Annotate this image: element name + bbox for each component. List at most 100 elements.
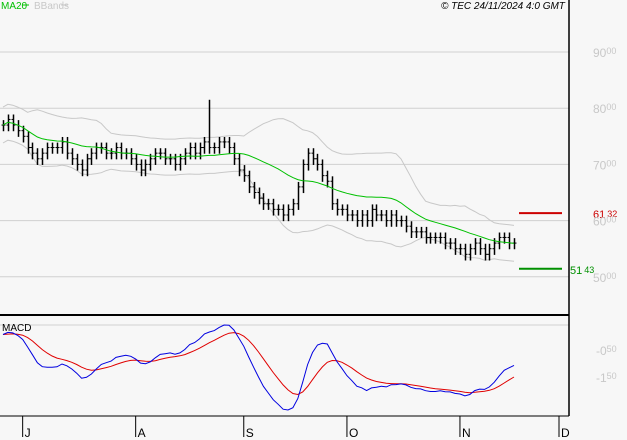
time-axis: JASOND <box>22 416 570 440</box>
macd-tick-label: -150 <box>596 371 617 385</box>
price-bar <box>374 204 379 222</box>
price-bar <box>507 232 512 250</box>
y-tick-label: 5000 <box>593 271 616 285</box>
price-bar <box>360 210 365 227</box>
macd-tick-label: -050 <box>596 344 617 358</box>
price-bar <box>94 142 99 160</box>
price-bar <box>222 136 227 149</box>
price-bar <box>65 136 70 160</box>
price-bar <box>276 204 281 216</box>
y-tick-label: 9000 <box>593 46 616 60</box>
macd-panel: -050 -150 <box>0 324 617 411</box>
price-bar <box>453 238 458 255</box>
price-bar <box>55 142 60 154</box>
price-bar <box>119 142 124 160</box>
price-bar <box>227 136 232 154</box>
price-bar <box>85 153 90 177</box>
price-bar <box>448 238 453 250</box>
price-bar <box>271 198 276 216</box>
y-tick-label: 7000 <box>593 158 616 172</box>
price-bar <box>340 204 345 216</box>
price-bar <box>114 142 119 160</box>
price-bars <box>1 99 517 261</box>
price-bar <box>40 148 45 165</box>
price-bar <box>139 159 144 177</box>
price-bar <box>370 204 375 227</box>
price-bar <box>30 142 35 160</box>
x-tick-label: D <box>561 426 570 440</box>
price-bar <box>433 232 438 244</box>
signal-line <box>2 332 515 396</box>
bband-lower <box>2 139 515 262</box>
price-bar <box>306 148 311 171</box>
price-bar <box>463 243 468 261</box>
price-bar <box>365 210 370 227</box>
macd-label: MACD <box>2 323 31 334</box>
price-bar <box>291 198 296 216</box>
price-bar <box>424 226 429 244</box>
price-bar <box>198 142 203 160</box>
price-bar <box>173 153 178 171</box>
price-bar <box>168 153 173 165</box>
price-bar <box>45 142 50 160</box>
price-bar <box>109 148 114 160</box>
price-axis: 9000 8000 7000 6000 5000 <box>593 46 616 285</box>
price-bar <box>409 221 414 239</box>
price-bar <box>16 120 21 137</box>
price-bar <box>134 153 139 171</box>
price-bar <box>296 181 301 210</box>
price-bar <box>188 142 193 160</box>
x-tick-label: J <box>25 426 31 440</box>
price-bar <box>60 136 65 154</box>
price-bar <box>281 204 286 222</box>
price-bar <box>129 148 134 165</box>
price-bar <box>89 148 94 165</box>
x-tick-label: S <box>246 426 254 440</box>
price-bar <box>419 226 424 239</box>
price-bar <box>443 232 448 250</box>
price-bar <box>315 153 320 171</box>
price-bar <box>389 210 394 227</box>
price-bar <box>483 243 488 261</box>
price-bar <box>311 148 316 165</box>
price-bar <box>399 215 404 227</box>
price-bar <box>193 142 198 160</box>
price-bar <box>75 153 80 171</box>
y-tick-label: 8000 <box>593 102 616 116</box>
price-bar <box>1 120 6 132</box>
x-tick-label: A <box>138 426 146 440</box>
price-bar <box>325 170 330 188</box>
ma20-path <box>2 121 515 244</box>
price-bar <box>158 148 163 160</box>
y-tick-label: 6000 <box>593 215 616 229</box>
x-tick-label: O <box>349 426 358 440</box>
price-bar <box>355 210 360 227</box>
price-bar <box>26 131 31 154</box>
price-bar <box>335 198 340 216</box>
legend-ma20: MA20 <box>1 1 28 12</box>
price-bar <box>104 142 109 160</box>
price-bar <box>202 136 207 154</box>
stock-chart: 61 3251 43 90008000700060005000 -050-150 J… <box>0 0 617 440</box>
copyright-text: © TEC 24/11/2024 4:0 GMT <box>441 1 566 12</box>
price-bar <box>394 210 399 227</box>
support-label: 51 43 <box>570 265 594 277</box>
price-bar <box>242 165 247 182</box>
price-bar <box>350 210 355 222</box>
price-bar <box>212 142 217 154</box>
price-bar <box>404 215 409 233</box>
price-bar <box>345 204 350 222</box>
price-bar <box>217 136 222 154</box>
price-bar <box>330 176 335 210</box>
price-bar <box>458 243 463 255</box>
legend-bbands: BBands <box>34 1 69 12</box>
price-bar <box>414 226 419 239</box>
macd-line <box>2 324 515 411</box>
price-bar <box>473 238 478 255</box>
price-gridlines <box>0 51 569 278</box>
price-bar <box>286 204 291 222</box>
price-bar <box>50 142 55 154</box>
price-bar <box>487 243 492 261</box>
price-bar <box>70 148 75 165</box>
price-bar <box>237 153 242 177</box>
